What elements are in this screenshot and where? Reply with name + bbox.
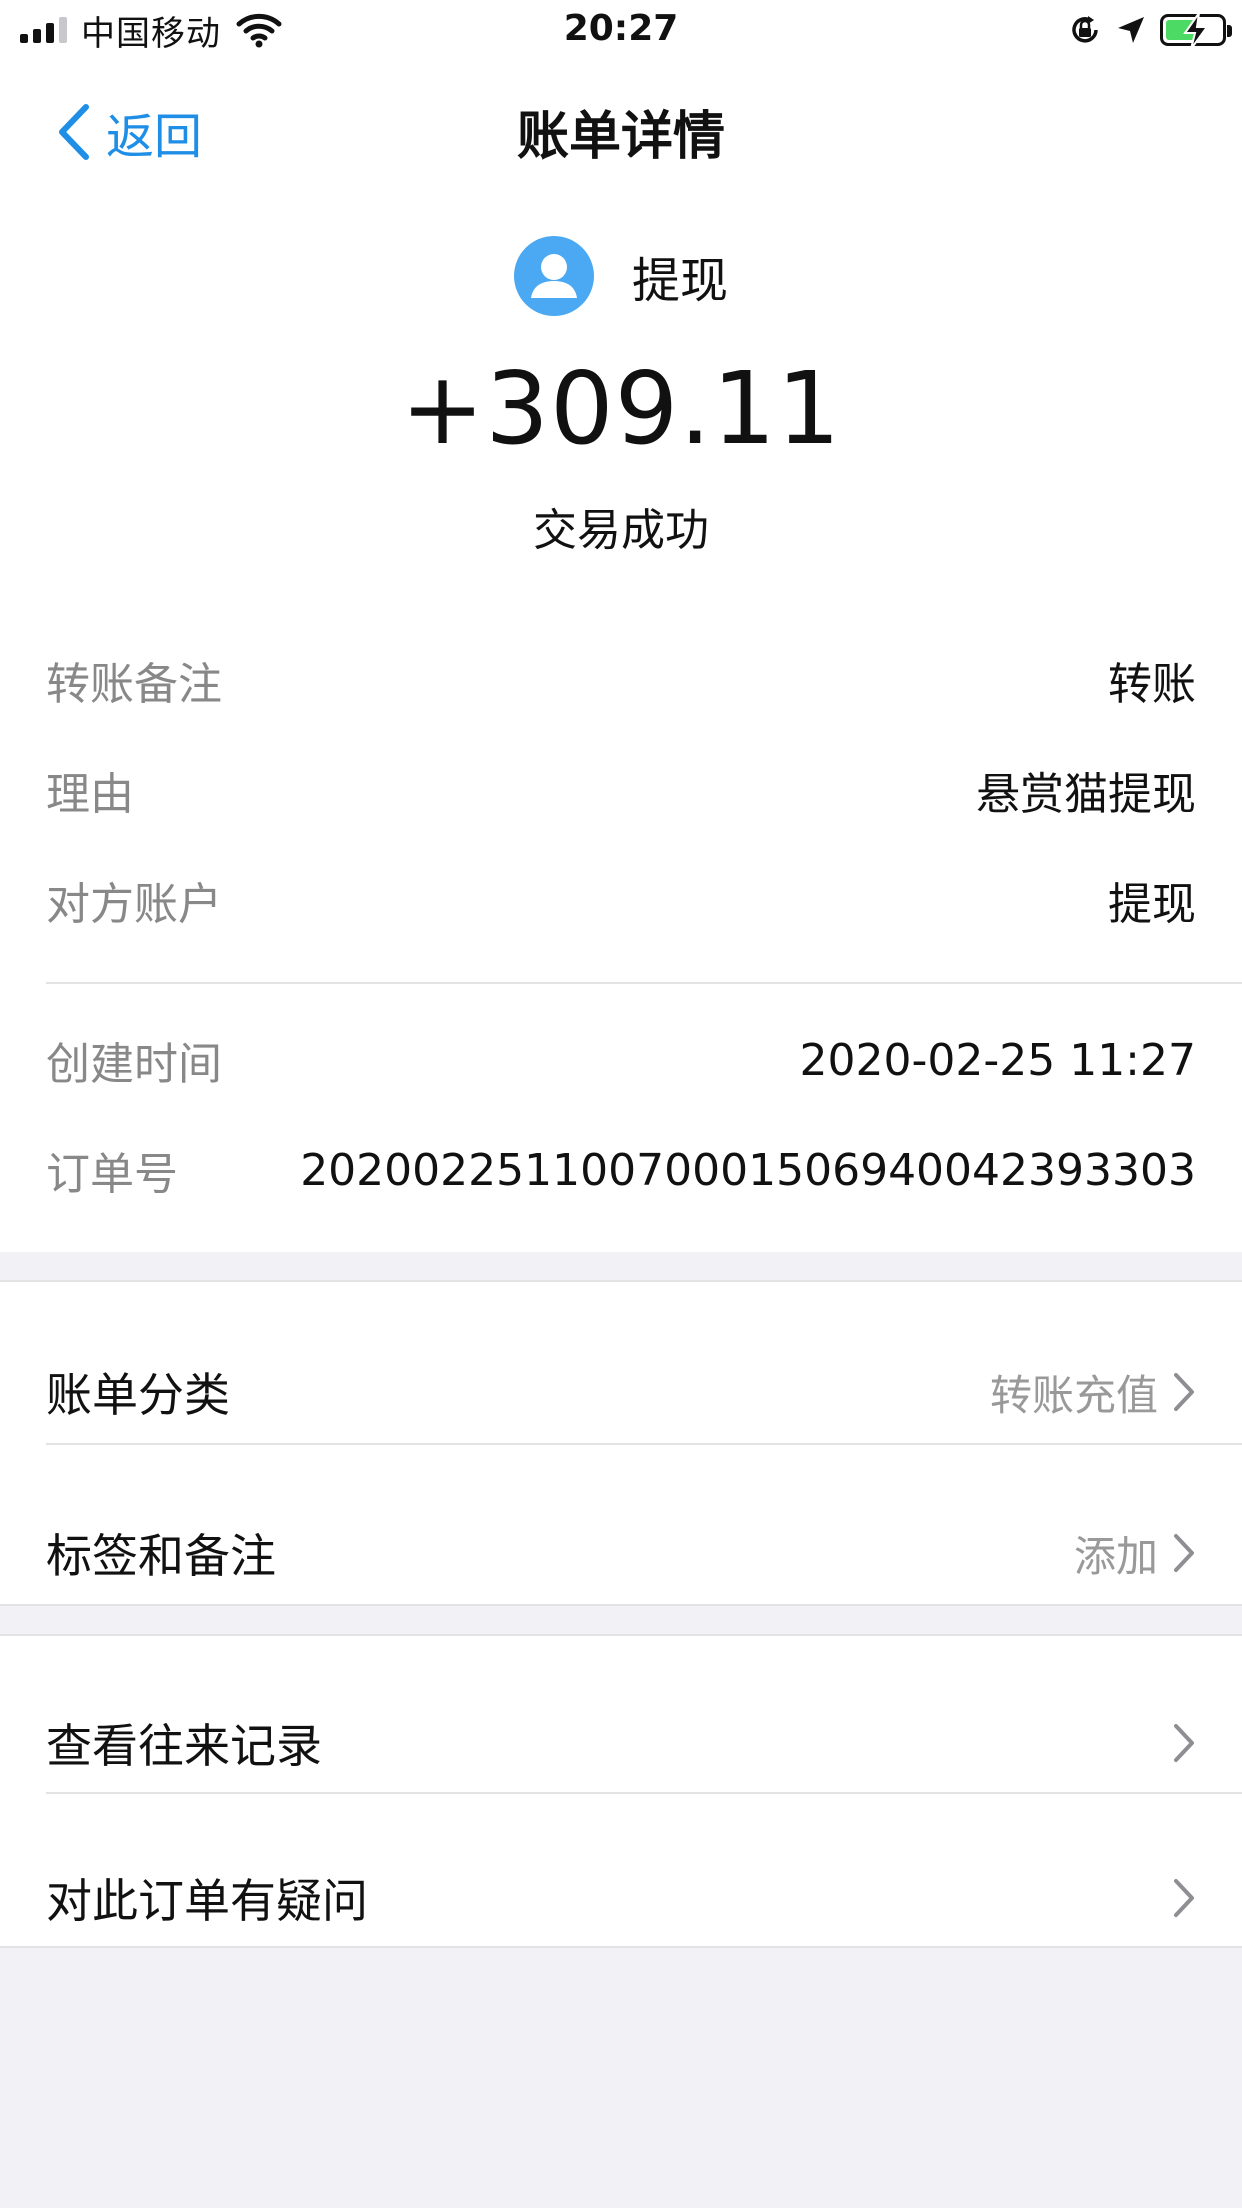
detail-label: 转账备注 [46, 659, 222, 710]
detail-label: 理由 [46, 769, 134, 820]
amount: +309.11 [400, 350, 842, 467]
detail-label: 创建时间 [46, 1039, 222, 1090]
detail-value: 2020-02-25 11:27 [799, 1034, 1197, 1086]
detail-label: 对方账户 [46, 879, 222, 930]
page-title: 账单详情 [516, 107, 725, 167]
view-history-cell[interactable]: 查看往来记录 [46, 1713, 1196, 1773]
payee-name: 提现 [631, 253, 728, 309]
detail-value[interactable]: 2020022511007000150694004239​3303 [300, 1145, 1196, 1196]
bill-detail-screen: 中国移动 20:27 返回 账单详情 提现 +309.11 交易成功 转账备注 … [0, 0, 1242, 2208]
bill-category-cell[interactable]: 账单分类 转账充值 [46, 1362, 1196, 1422]
divider [46, 982, 1242, 984]
navigation-bar: 返回 账单详情 [0, 62, 1242, 192]
avatar [513, 236, 594, 316]
battery-icon [1160, 13, 1232, 49]
cell-value: 添加 [1073, 1531, 1158, 1581]
payee-header: 提现 [0, 236, 1242, 316]
category-group: 账单分类 转账充值 标签和备注 添加 [0, 1280, 1242, 1606]
detail-row-counterparty: 对方账户 提现 [46, 870, 1196, 930]
location-arrow-icon [1118, 17, 1144, 43]
user-icon [530, 254, 577, 298]
cell-label: 查看往来记录 [46, 1719, 322, 1773]
detail-value: 转账 [1108, 659, 1196, 710]
detail-value: 悬赏猫提现 [976, 769, 1196, 820]
cell-value: 转账充值 [989, 1370, 1158, 1420]
bill-summary-section: 提现 +309.11 交易成功 转账备注 转账 理由 悬赏猫提现 对方账户 提现… [0, 192, 1242, 1252]
divider [46, 1443, 1242, 1445]
chevron-right-icon [1174, 1373, 1194, 1411]
detail-row-created-time: 创建时间 2020-02-25 11:27 [46, 1030, 1197, 1091]
status-time: 20:27 [563, 8, 679, 49]
cell-label: 标签和备注 [46, 1529, 276, 1583]
status-bar: 中国移动 20:27 [0, 0, 1242, 62]
detail-row-reason: 理由 悬赏猫提现 [46, 760, 1196, 820]
chevron-right-icon [1174, 1724, 1194, 1762]
cell-label: 账单分类 [46, 1368, 230, 1422]
detail-value: 提现 [1108, 879, 1196, 930]
actions-group: 查看往来记录 对此订单有疑问 [0, 1634, 1242, 1948]
order-question-cell[interactable]: 对此订单有疑问 [46, 1868, 1196, 1928]
chevron-right-icon [1174, 1879, 1194, 1917]
detail-row-remark: 转账备注 转账 [46, 650, 1196, 710]
detail-label: 订单号 [46, 1149, 178, 1200]
transaction-status: 交易成功 [533, 505, 709, 556]
orientation-lock-icon [1072, 16, 1098, 43]
cell-label: 对此订单有疑问 [46, 1874, 368, 1928]
divider [46, 1792, 1242, 1794]
tags-notes-cell[interactable]: 标签和备注 添加 [46, 1523, 1196, 1583]
detail-row-order-number: 订单号 2020022511007000150694004239​3303 [46, 1140, 1196, 1201]
chevron-right-icon [1174, 1534, 1194, 1572]
